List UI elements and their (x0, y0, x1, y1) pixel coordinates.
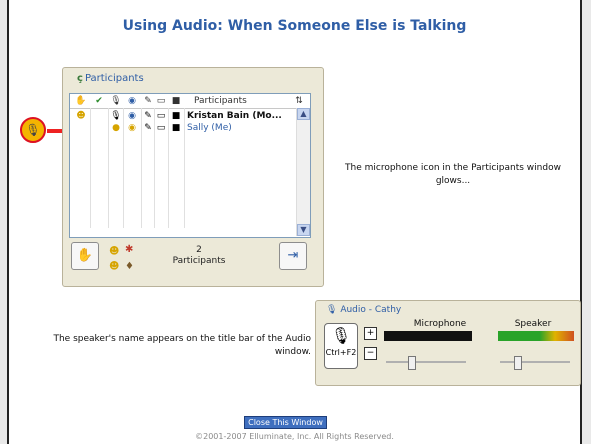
audio-window-title: 🎙 Audio - Cathy (326, 305, 402, 315)
speaker-meter (498, 331, 574, 341)
participants-column-header[interactable]: Participants (194, 94, 247, 108)
pencil-icon: ✎ (144, 123, 152, 133)
scrollbar[interactable]: ▲ ▼ (296, 108, 310, 236)
participants-footer: ✋ ☻ ✱ ☻ ♦ 2 Participants ⇥ (69, 240, 309, 282)
camera-icon: ■ (171, 111, 181, 121)
speaker-label: Speaker (514, 319, 552, 329)
participants-header: ✋ ✔ 🎙 ◉ ✎ ▭ ■ Participants ⇅ (70, 94, 310, 109)
glowing-microphone-icon: 🎙 (20, 117, 46, 143)
minus-button[interactable]: − (364, 347, 377, 360)
participant-name: Kristan Bain (Mo... (187, 111, 282, 121)
applause-icon[interactable]: ✱ (125, 244, 133, 255)
copyright: ©2001-2007 Elluminate, Inc. All Rights R… (195, 432, 394, 441)
page-title: Using Audio: When Someone Else is Talkin… (122, 18, 467, 34)
screen-icon: ▭ (156, 123, 166, 133)
exit-button[interactable]: ⇥ (279, 242, 307, 270)
speak-icon[interactable]: ♦ (125, 261, 134, 272)
microphone-label: Microphone (413, 319, 467, 329)
caption-microphone-glows: The microphone icon in the Participants … (345, 163, 561, 186)
participants-list[interactable]: ✋ ✔ 🎙 ◉ ✎ ▭ ■ Participants ⇅ ☻ 🎙 ◉ ✎ ▭ ■… (69, 93, 311, 238)
check-column-icon[interactable]: ✔ (92, 94, 106, 108)
participant-row[interactable]: ● ◉ ✎ ▭ ■ Sally (Me) (70, 122, 310, 134)
glowing-mic-icon: ● (112, 123, 120, 133)
talk-button[interactable]: 🎙 Ctrl+F2 (324, 323, 358, 369)
speaker-volume-slider[interactable] (500, 361, 570, 363)
camera-icon: ■ (171, 123, 181, 133)
mic-icon: 🎙 (110, 111, 122, 121)
sort-icon[interactable]: ⇅ (293, 94, 305, 108)
caption-speaker-name: The speaker's name appears on the title … (53, 334, 311, 357)
emoticon-icon[interactable]: ☻ (109, 246, 119, 257)
microphone-slider-thumb[interactable] (408, 356, 416, 370)
moderator-icon: ☻ (76, 111, 86, 121)
scroll-up-icon[interactable]: ▲ (297, 108, 310, 120)
microphone-volume-slider[interactable] (386, 361, 466, 363)
screen-column-icon[interactable]: ▭ (156, 94, 166, 108)
speaker-slider-thumb[interactable] (514, 356, 522, 370)
microphone-icon: 🎙 (330, 326, 352, 345)
raise-hand-button[interactable]: ✋ (71, 242, 99, 270)
emoticon-icon[interactable]: ☻ (109, 261, 119, 272)
participants-window: ç Participants ✋ ✔ 🎙 ◉ ✎ ▭ ■ Participants… (62, 67, 324, 287)
camera-column-icon[interactable]: ■ (170, 94, 182, 108)
scroll-down-icon[interactable]: ▼ (297, 224, 310, 236)
participant-count: 2 Participants (172, 245, 226, 266)
microphone-icon: 🎙 (326, 305, 338, 315)
participants-window-title: ç Participants (77, 73, 144, 84)
participant-name: Sally (Me) (187, 123, 232, 133)
plus-button[interactable]: + (364, 327, 377, 340)
microphone-meter (384, 331, 472, 341)
page: Using Audio: When Someone Else is Talkin… (7, 0, 582, 444)
pencil-column-icon[interactable]: ✎ (143, 94, 153, 108)
pencil-icon: ✎ (144, 111, 152, 121)
participants-icon: ç (77, 73, 83, 84)
close-window-button[interactable]: Close This Window (244, 416, 327, 429)
hand-column-icon[interactable]: ✋ (74, 94, 88, 108)
talk-icon: ◉ (128, 123, 136, 133)
talk-column-icon[interactable]: ◉ (125, 94, 139, 108)
screen-icon: ▭ (156, 111, 166, 121)
audio-window: 🎙 Audio - Cathy 🎙 Ctrl+F2 + − Microphone… (315, 300, 581, 386)
mic-column-icon[interactable]: 🎙 (110, 94, 122, 108)
talk-icon: ◉ (128, 111, 136, 121)
participant-row[interactable]: ☻ 🎙 ◉ ✎ ▭ ■ Kristan Bain (Mo... (70, 110, 310, 122)
